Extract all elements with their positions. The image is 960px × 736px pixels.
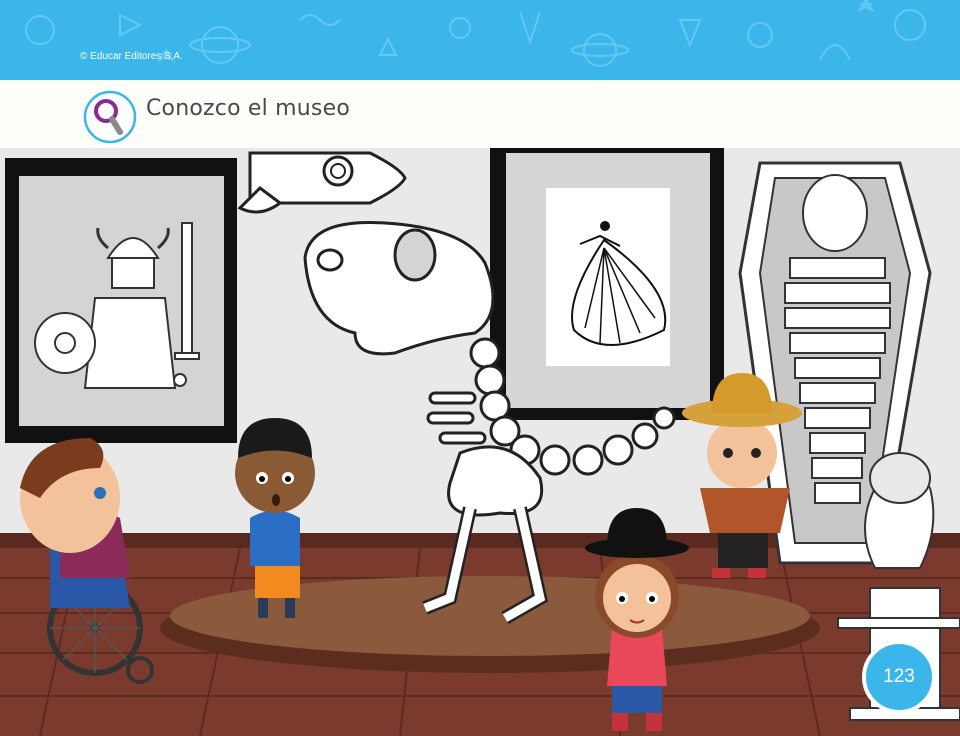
header-band: © Educar Editores S.A. [0, 0, 960, 80]
copyright-text: © Educar Editores S.A. [80, 51, 183, 62]
viking-artwork [5, 158, 237, 443]
section-title-bar [0, 80, 960, 148]
magnifying-glass-icon [83, 90, 137, 144]
doodle-pattern [25, 0, 926, 67]
page-number: 123 [883, 666, 915, 687]
section-title: Conozco el museo [146, 96, 350, 121]
dancer-artwork [490, 148, 724, 420]
museum-scene-illustration [0, 148, 960, 736]
page-number-badge: 123 [862, 640, 936, 714]
